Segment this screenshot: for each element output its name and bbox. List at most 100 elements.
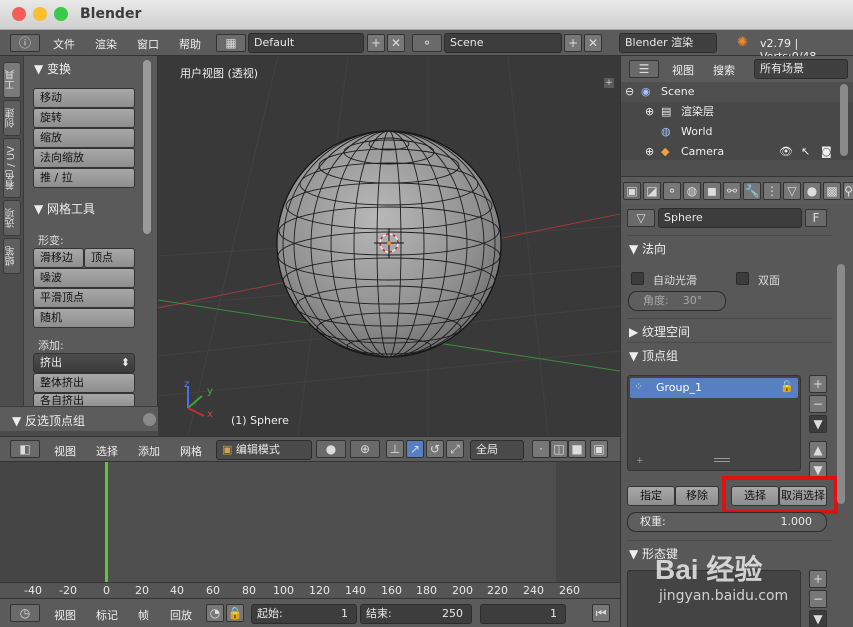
viewport-menu-mesh[interactable]: 网格 (180, 443, 202, 459)
outliner-scrollbar[interactable] (840, 84, 848, 156)
list-filter-icon[interactable]: + (636, 456, 644, 466)
vertex-group-list[interactable]: ⁘ Group_1 🔓 + (627, 375, 801, 471)
tab-options[interactable]: 选项 (3, 200, 21, 236)
menu-render[interactable]: 渲染 (95, 36, 117, 52)
extrude-region-button[interactable]: 整体挤出 (33, 373, 135, 393)
end-frame-field[interactable]: 结束: 250 (360, 604, 472, 624)
remove-screen-button[interactable]: ✕ (387, 34, 405, 52)
noise-button[interactable]: 噪波 (33, 268, 135, 288)
outliner-row-scene[interactable]: ⊖ ◉ Scene (621, 82, 853, 102)
pivot-point-icon[interactable]: ⊕ (350, 440, 380, 458)
slide-vertex-button[interactable]: 顶点 (84, 248, 135, 268)
tab-grease-pencil[interactable]: 蜡笔 (3, 238, 21, 274)
texture-tab-icon[interactable]: ▩ (823, 182, 841, 200)
expand-icon[interactable]: ⊕ (645, 102, 654, 122)
tab-create[interactable]: 创建 (3, 100, 21, 136)
outliner-menu-search[interactable]: 搜索 (713, 62, 735, 78)
current-frame-field[interactable]: 1 (480, 604, 566, 624)
close-window-button[interactable] (12, 7, 26, 21)
extrude-menu-button[interactable]: 挤出 ⬍ (33, 353, 135, 373)
remove-from-group-button[interactable]: 移除 (675, 486, 719, 506)
viewport-menu-select[interactable]: 选择 (96, 443, 118, 459)
auto-smooth-checkbox[interactable] (631, 272, 644, 285)
3d-viewport[interactable]: 用户视图 (透视) z y x (1) Sphere + (158, 56, 620, 436)
area-divider[interactable] (620, 160, 853, 176)
add-scene-button[interactable]: + (564, 34, 582, 52)
remove-vertex-group-button[interactable]: − (809, 395, 827, 413)
outliner-display-mode-select[interactable]: 所有场景 (754, 59, 848, 79)
modifiers-tab-icon[interactable]: 🔧 (743, 182, 761, 200)
vertex-group-item[interactable]: ⁘ Group_1 🔓 (630, 378, 798, 398)
fake-user-button[interactable]: F (805, 209, 827, 227)
remove-scene-button[interactable]: ✕ (584, 34, 602, 52)
physics-tab-icon[interactable]: ⚲ (843, 182, 853, 200)
randomize-button[interactable]: 随机 (33, 308, 135, 328)
timeline-menu-frame[interactable]: 帧 (138, 607, 149, 623)
shape-key-specials-button[interactable]: ▼ (809, 610, 827, 627)
shape-keys-panel-header[interactable]: ▼ 形态键 (627, 540, 832, 561)
menu-file[interactable]: 文件 (53, 36, 75, 52)
render-tab-icon[interactable]: ◪ (643, 182, 661, 200)
add-vertex-group-button[interactable]: + (809, 375, 827, 393)
scale-button[interactable]: 缩放 (33, 128, 135, 148)
outliner-row-render-layers[interactable]: ⊕ ▤ 渲染层 (621, 102, 853, 122)
list-resize-grip[interactable] (714, 458, 730, 462)
double-sided-checkbox[interactable] (736, 272, 749, 285)
visibility-eye-icon[interactable]: 👁 (779, 142, 793, 160)
timeline-menu-marker[interactable]: 标记 (96, 607, 118, 623)
tab-shading-uv[interactable]: 着色 / UV (3, 138, 21, 198)
rotate-button[interactable]: 旋转 (33, 108, 135, 128)
object-tab-icon[interactable]: ◼ (703, 182, 721, 200)
move-group-up-button[interactable]: ▲ (809, 441, 827, 459)
jump-to-start-icon[interactable]: ⏮ (592, 604, 610, 622)
panel-grip-icon[interactable] (143, 413, 156, 426)
limit-selection-icon[interactable]: ▣ (590, 440, 608, 458)
add-shape-key-button[interactable]: + (809, 570, 827, 588)
data-tab-icon[interactable]: ⋮ (763, 182, 781, 200)
manipulator-toggle-icon[interactable]: ⊥ (386, 440, 404, 458)
slide-edge-button[interactable]: 滑移边 (33, 248, 84, 268)
push-pull-button[interactable]: 推 / 拉 (33, 168, 135, 188)
weight-field[interactable]: 权重: 1.000 (627, 512, 827, 532)
remove-shape-key-button[interactable]: − (809, 590, 827, 608)
translate-manipulator-icon[interactable]: ↗ (406, 440, 424, 458)
rotate-manipulator-icon[interactable]: ↺ (426, 440, 444, 458)
normals-panel-header[interactable]: ▼ 法向 (627, 235, 832, 256)
editor-type-properties-button[interactable]: ▣ (623, 182, 641, 200)
selectability-cursor-icon[interactable]: ↖ (801, 142, 810, 160)
scene-tab-icon[interactable]: ⚬ (663, 182, 681, 200)
assign-button[interactable]: 指定 (627, 486, 675, 506)
scene-field[interactable]: Scene (444, 33, 562, 53)
interaction-mode-select[interactable]: ▣ 编辑模式 (216, 440, 312, 460)
scene-icon[interactable]: ⚬ (412, 34, 442, 52)
editor-type-info-button[interactable]: ⓘ (10, 34, 40, 52)
properties-scrollbar[interactable] (837, 264, 845, 504)
menu-window[interactable]: 窗口 (137, 36, 159, 52)
constraints-tab-icon[interactable]: ⚯ (723, 182, 741, 200)
mesh-tools-panel-header[interactable]: ▼ 网格工具 (34, 200, 95, 217)
editor-type-timeline-button[interactable]: ◷ (10, 604, 40, 622)
screen-layout-field[interactable]: Default (248, 33, 364, 53)
minimize-window-button[interactable] (33, 7, 47, 21)
editor-type-3d-view-button[interactable]: ◧ (10, 440, 40, 458)
world-tab-icon[interactable]: ◍ (683, 182, 701, 200)
maximize-window-button[interactable] (54, 7, 68, 21)
vertex-group-lock-icon[interactable]: 🔓 (780, 380, 794, 393)
timeline-menu-view[interactable]: 视图 (54, 607, 76, 623)
outliner-row-world[interactable]: ◍ World (621, 122, 853, 142)
edge-select-mode-icon[interactable]: ◫ (550, 440, 568, 458)
transform-panel-header[interactable]: ▼ 变换 (34, 60, 71, 77)
mesh-data-tab-icon[interactable]: ▽ (783, 182, 801, 200)
timeline-editor[interactable] (0, 462, 620, 582)
last-operator-panel[interactable]: ▼ 反选顶点组 (0, 406, 158, 431)
menu-help[interactable]: 帮助 (179, 36, 201, 52)
viewport-shading-icon[interactable]: ● (316, 440, 346, 458)
vertex-select-mode-icon[interactable]: · (532, 440, 550, 458)
mesh-datablock-browse-icon[interactable]: ▽ (627, 209, 655, 227)
render-engine-select[interactable]: Blender 渲染 (619, 33, 717, 53)
face-select-mode-icon[interactable]: ■ (568, 440, 586, 458)
properties-toggle-icon[interactable]: + (604, 78, 614, 88)
outliner[interactable]: ⊖ ◉ Scene ⊕ ▤ 渲染层 ◍ World ⊕ ◆ Camera 👁 ↖… (620, 82, 853, 160)
timeline-menu-playback[interactable]: 回放 (170, 607, 192, 623)
outliner-menu-view[interactable]: 视图 (672, 62, 694, 78)
